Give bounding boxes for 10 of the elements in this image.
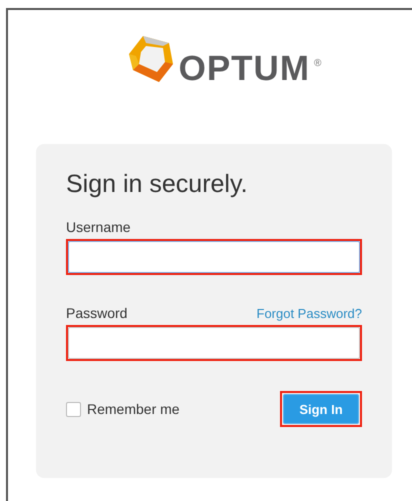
field-label: Password	[66, 305, 128, 321]
field-label: Username	[66, 219, 131, 235]
remember-label: Remember me	[87, 401, 180, 417]
sign-in-button[interactable]: Sign In	[283, 394, 359, 424]
registered-mark: ®	[314, 58, 322, 69]
remember-checkbox[interactable]	[66, 402, 81, 416]
form-title: Sign in securely.	[66, 170, 249, 199]
forgot-password-link[interactable]: Forgot Password?	[256, 306, 362, 321]
logo-wordmark: OPTUM	[178, 51, 310, 86]
logo-icon	[128, 34, 175, 84]
